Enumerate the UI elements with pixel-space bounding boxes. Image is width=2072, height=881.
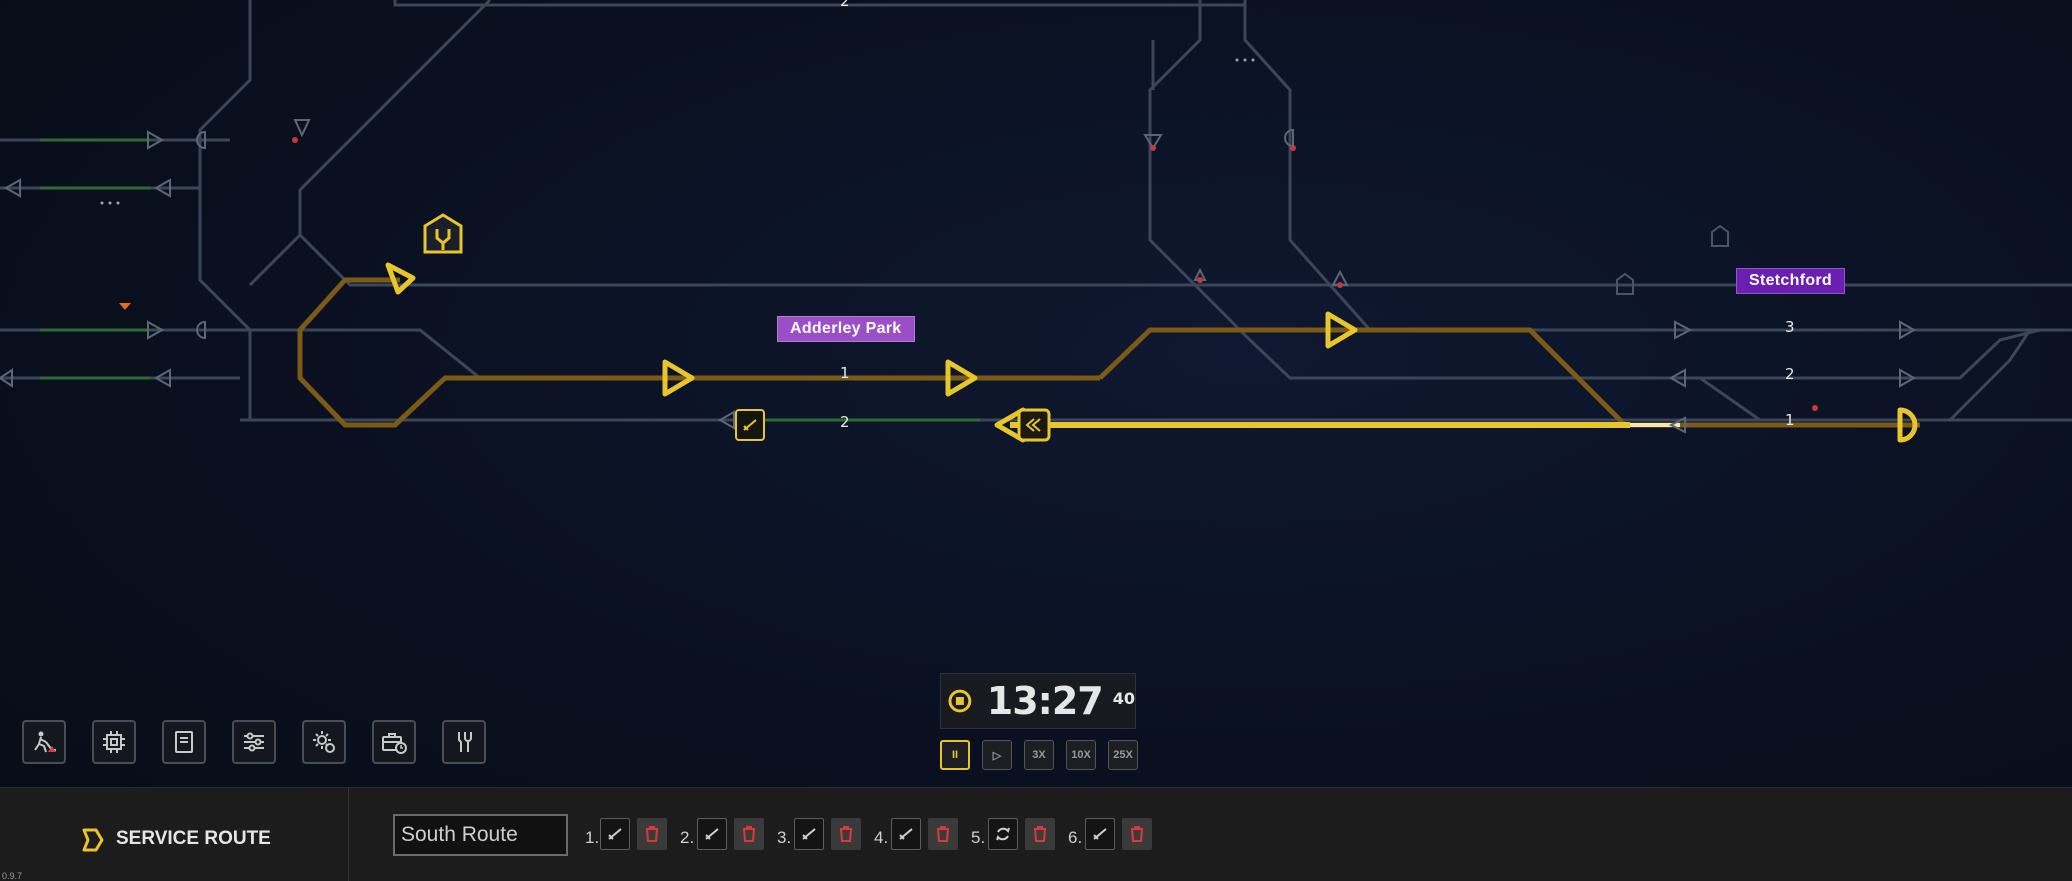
station-label-adderley-park[interactable]: Adderley Park	[777, 316, 915, 342]
gear-settings-icon	[313, 731, 335, 753]
active-route-track	[297, 277, 1920, 428]
stop-action-button[interactable]	[891, 818, 921, 850]
trash-icon	[840, 826, 852, 842]
chip-button[interactable]	[92, 720, 136, 764]
sliders-icon	[244, 732, 264, 752]
ellipsis-dots	[100, 58, 1255, 205]
speed-3x-button[interactable]: 3X	[1024, 740, 1054, 770]
tools-icon	[458, 732, 472, 752]
route-panel: SERVICE ROUTE 0.9.7 1. 2. 3. 4. 5. 6.	[0, 787, 2072, 881]
platform-number: 3	[1785, 318, 1795, 336]
route-signals[interactable]	[385, 262, 1918, 443]
stop-delete-button[interactable]	[1025, 818, 1055, 850]
play-button[interactable]: ▷	[982, 740, 1012, 770]
pause-button[interactable]: II	[940, 740, 970, 770]
briefcase-clock-icon	[382, 733, 407, 754]
speed-10x-button[interactable]: 10X	[1066, 740, 1096, 770]
trash-icon	[1131, 826, 1143, 842]
train-icon[interactable]	[1017, 408, 1051, 442]
stop-delete-button[interactable]	[831, 818, 861, 850]
depot-wrench-icon[interactable]	[423, 213, 463, 254]
pass-icon	[705, 828, 719, 840]
platform-number: 2	[840, 413, 850, 431]
reverse-icon	[996, 827, 1010, 841]
route-panel-header: SERVICE ROUTE 0.9.7	[0, 788, 349, 881]
stop-action-button[interactable]	[1085, 818, 1115, 850]
game-clock: 13:27 40	[940, 673, 1136, 729]
trash-icon	[646, 826, 658, 842]
warning-marker	[119, 303, 131, 310]
construction-button[interactable]	[22, 720, 66, 764]
platform-number: 2	[840, 0, 850, 10]
inactive-tracks	[0, 0, 2072, 422]
pass-icon	[1093, 828, 1107, 840]
stop-number: 1.	[585, 828, 600, 847]
stop-marker-icon[interactable]	[735, 409, 765, 441]
route-panel-title: SERVICE ROUTE	[116, 828, 271, 849]
platform-number: 1	[840, 364, 850, 382]
station-label-stetchford[interactable]: Stetchford	[1736, 268, 1845, 294]
briefcase-clock-button[interactable]	[372, 720, 416, 764]
pass-icon	[899, 828, 913, 840]
clock-time: 13:27	[986, 679, 1104, 723]
stop-number: 4.	[874, 828, 889, 847]
stop-delete-button[interactable]	[734, 818, 764, 850]
platform-number: 1	[1785, 411, 1795, 429]
stop-number: 3.	[777, 828, 792, 847]
gear-settings-button[interactable]	[302, 720, 346, 764]
red-markers	[292, 137, 1818, 411]
platform-number: 2	[1785, 365, 1795, 383]
route-name-input[interactable]	[393, 814, 568, 856]
stop-number: 2.	[680, 828, 695, 847]
stop-number: 5.	[971, 828, 986, 847]
settings-sliders-button[interactable]	[232, 720, 276, 764]
chip-icon	[103, 731, 125, 753]
trash-icon	[743, 826, 755, 842]
book-button[interactable]	[162, 720, 206, 764]
rail-network-map[interactable]	[0, 0, 2072, 787]
book-icon	[175, 731, 193, 753]
stop-clock-icon[interactable]	[947, 688, 973, 714]
stop-delete-button[interactable]	[637, 818, 667, 850]
stop-delete-button[interactable]	[1122, 818, 1152, 850]
service-route-icon	[82, 828, 104, 852]
trash-icon	[1034, 826, 1046, 842]
signal-depot-exit	[385, 262, 416, 295]
stop-number: 6.	[1068, 828, 1083, 847]
tools-button[interactable]	[442, 720, 486, 764]
pass-icon	[802, 828, 816, 840]
speed-25x-button[interactable]: 25X	[1108, 740, 1138, 770]
stop-delete-button[interactable]	[928, 818, 958, 850]
clock-seconds: 40	[1112, 688, 1135, 708]
stop-action-button[interactable]	[697, 818, 727, 850]
stop-action-button[interactable]	[600, 818, 630, 850]
construction-icon	[34, 731, 56, 753]
trash-icon	[937, 826, 949, 842]
pass-icon	[608, 828, 622, 840]
stop-action-button[interactable]	[988, 818, 1018, 850]
stop-action-button[interactable]	[794, 818, 824, 850]
